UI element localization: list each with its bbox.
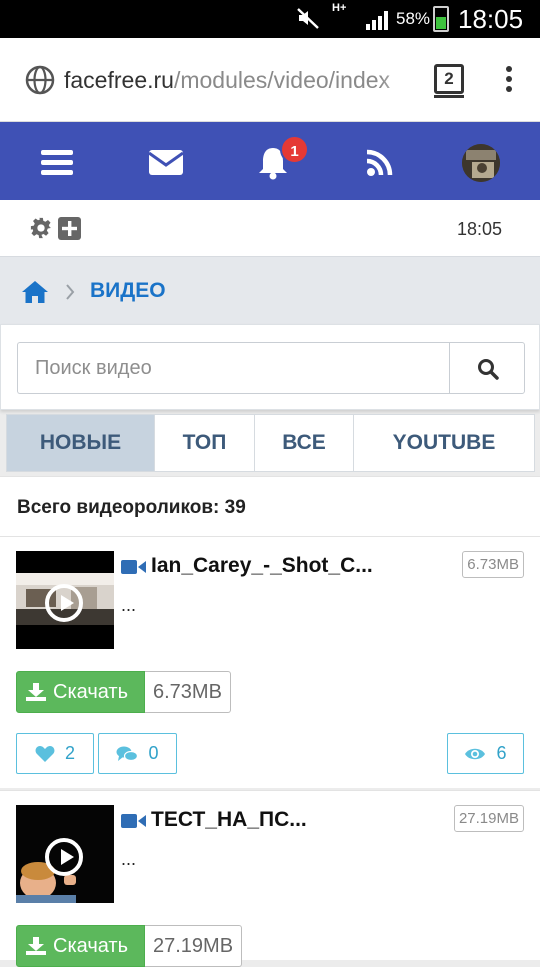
video-thumbnail[interactable] (16, 551, 114, 649)
chevron-right-icon (66, 284, 75, 300)
views-button[interactable]: 6 (447, 733, 524, 774)
video-thumbnail[interactable] (16, 805, 114, 903)
rss-icon[interactable] (362, 144, 402, 180)
video-tabs: НОВЫЕ ТОП ВСЕ YOUTUBE (6, 414, 535, 472)
comments-count: 0 (148, 743, 159, 763)
comments-icon (116, 746, 139, 761)
battery-icon (433, 6, 449, 32)
video-camera-icon (121, 560, 146, 574)
video-size-badge: 27.19MB (453, 805, 524, 832)
video-size-badge: 6.73MB (462, 551, 524, 578)
envelope-icon[interactable] (146, 144, 186, 180)
download-icon (26, 937, 46, 955)
battery-percent: 58% (396, 9, 431, 28)
search-button[interactable] (449, 342, 525, 394)
status-time: 18:05 (458, 4, 524, 34)
download-label: Скачать (53, 680, 128, 703)
like-button[interactable]: 2 (16, 733, 94, 774)
eye-icon (465, 748, 486, 759)
browser-menu-icon[interactable] (502, 66, 516, 96)
breadcrumb-current: ВИДЕО (90, 279, 166, 302)
video-count-label: Всего видеороликов: 39 (17, 497, 246, 518)
video-camera-icon (121, 814, 146, 828)
views-count: 6 (496, 743, 507, 763)
video-description: ... (121, 849, 137, 869)
search-panel (0, 324, 540, 410)
video-description: ... (121, 595, 137, 615)
comments-button[interactable]: 0 (98, 733, 177, 774)
server-time: 18:05 (456, 219, 502, 239)
video-title[interactable]: Ian_Carey_-_Shot_C... (151, 554, 373, 578)
site-navbar (0, 122, 540, 200)
url-domain: facefree.ru (64, 67, 174, 93)
tab-new[interactable]: НОВЫЕ (7, 415, 155, 471)
url-text[interactable]: facefree.ru/modules/video/index (64, 67, 420, 94)
add-icon[interactable] (58, 217, 81, 240)
download-size: 6.73MB (145, 671, 231, 713)
home-icon[interactable] (21, 279, 49, 305)
tab-switcher-button[interactable]: 2 (434, 64, 464, 98)
tab-youtube[interactable]: YOUTUBE (354, 415, 534, 471)
notification-badge: 1 (280, 135, 309, 164)
user-avatar[interactable] (462, 144, 500, 182)
download-button[interactable]: Скачать (16, 925, 145, 967)
network-type: H+ (332, 2, 347, 14)
video-title[interactable]: ТЕСТ_НА_ПС... (151, 808, 307, 832)
video-count-box: Всего видеороликов: 39 (0, 476, 540, 536)
mute-icon (297, 8, 319, 29)
hamburger-menu-icon[interactable] (38, 144, 78, 180)
signal-icon (366, 11, 388, 30)
browser-url-bar: facefree.ru/modules/video/index 2 (0, 38, 540, 122)
status-bar: H+ 58% 18:05 (0, 0, 540, 38)
likes-count: 2 (64, 743, 75, 763)
video-card: Ian_Carey_-_Shot_C... 6.73MB ... Скачать… (0, 536, 540, 788)
breadcrumb: ВИДЕО (0, 256, 540, 324)
search-input[interactable] (17, 342, 449, 394)
globe-icon (25, 65, 55, 95)
download-button[interactable]: Скачать (16, 671, 145, 713)
search-icon (478, 359, 499, 380)
download-size: 27.19MB (145, 925, 243, 967)
play-icon (45, 838, 83, 876)
download-label: Скачать (53, 934, 128, 957)
video-card: ТЕСТ_НА_ПС... 27.19MB ... Скачать 27.19M… (0, 790, 540, 967)
tab-top[interactable]: ТОП (155, 415, 255, 471)
heart-icon (35, 745, 55, 762)
download-icon (26, 683, 46, 701)
gear-icon[interactable] (30, 217, 52, 239)
play-icon (45, 584, 83, 622)
tab-all[interactable]: ВСЕ (255, 415, 354, 471)
tools-row: 18:05 (0, 200, 540, 256)
url-path: /modules/video/index (173, 67, 391, 93)
